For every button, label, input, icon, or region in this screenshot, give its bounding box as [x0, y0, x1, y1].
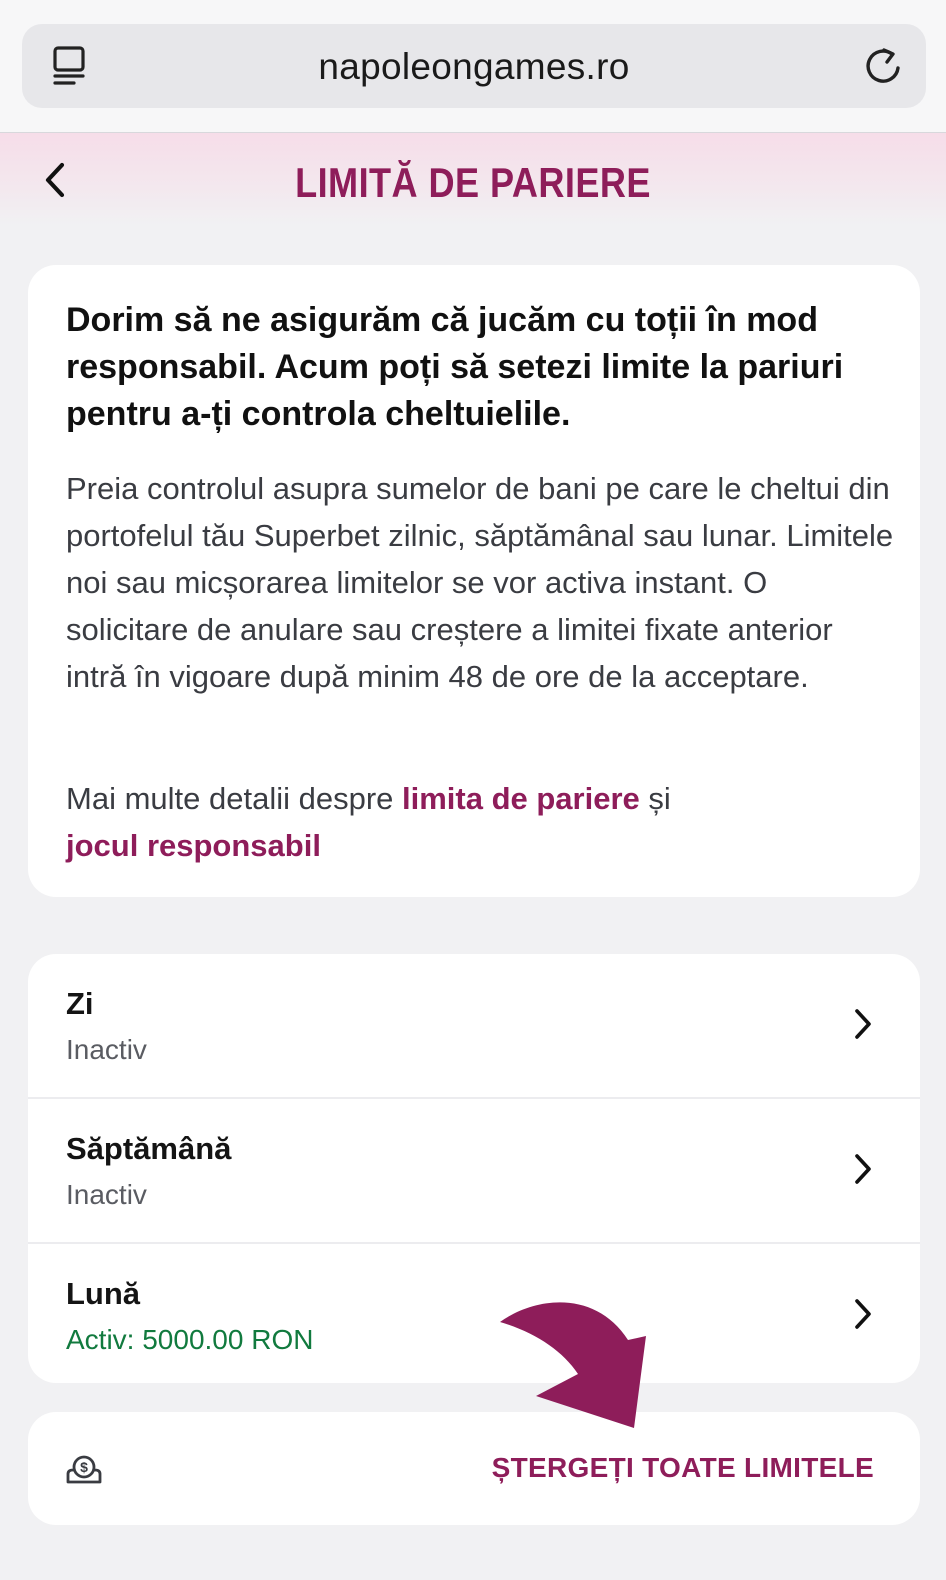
limit-name: Săptămână — [66, 1131, 232, 1166]
info-heading: Dorim să ne asigurăm că jucăm cu toții î… — [66, 301, 844, 433]
url-text[interactable]: napoleongames.ro — [22, 46, 926, 88]
clear-all-limits-button[interactable]: ȘTERGEȚI TOATE LIMITELE — [492, 1452, 874, 1484]
limit-row-week[interactable]: Săptămână Inactiv — [28, 1099, 920, 1244]
limit-row-day[interactable]: Zi Inactiv — [28, 954, 920, 1099]
info-card: Dorim să ne asigurăm că jucăm cu toții î… — [28, 265, 920, 897]
limit-name: Zi — [66, 986, 94, 1021]
more-details-conjunction: și — [639, 781, 671, 816]
chevron-right-icon — [855, 1299, 871, 1329]
clear-limits-card: $ ȘTERGEȚI TOATE LIMITELE — [28, 1412, 920, 1525]
limits-list: Zi Inactiv Săptămână Inactiv Lună Activ:… — [28, 954, 920, 1383]
more-details-prefix: Mai multe detalii despre — [66, 781, 402, 816]
chevron-right-icon — [855, 1009, 871, 1039]
browser-toolbar: napoleongames.ro — [0, 0, 946, 133]
limit-status: Activ: 5000.00 RON — [66, 1324, 314, 1355]
address-bar[interactable]: napoleongames.ro — [22, 24, 926, 108]
responsible-gaming-link[interactable]: jocul responsabil — [66, 828, 321, 863]
info-more-details: Mai multe detalii despre limita de parie… — [66, 775, 896, 869]
limit-row-month[interactable]: Lună Activ: 5000.00 RON — [28, 1244, 920, 1383]
limit-status: Inactiv — [66, 1179, 147, 1210]
reload-icon[interactable] — [862, 44, 904, 88]
info-body: Preia controlul asupra sumelor de bani p… — [66, 471, 894, 694]
betting-limit-link[interactable]: limita de pariere — [402, 781, 640, 816]
chevron-right-icon — [855, 1154, 871, 1184]
limit-name: Lună — [66, 1276, 141, 1311]
page-title: LIMITĂ DE PARIERE — [295, 159, 651, 206]
page-header: LIMITĂ DE PARIERE — [0, 133, 946, 225]
svg-text:$: $ — [80, 1459, 88, 1475]
limit-status: Inactiv — [66, 1034, 147, 1065]
money-bag-icon: $ — [66, 1455, 102, 1484]
